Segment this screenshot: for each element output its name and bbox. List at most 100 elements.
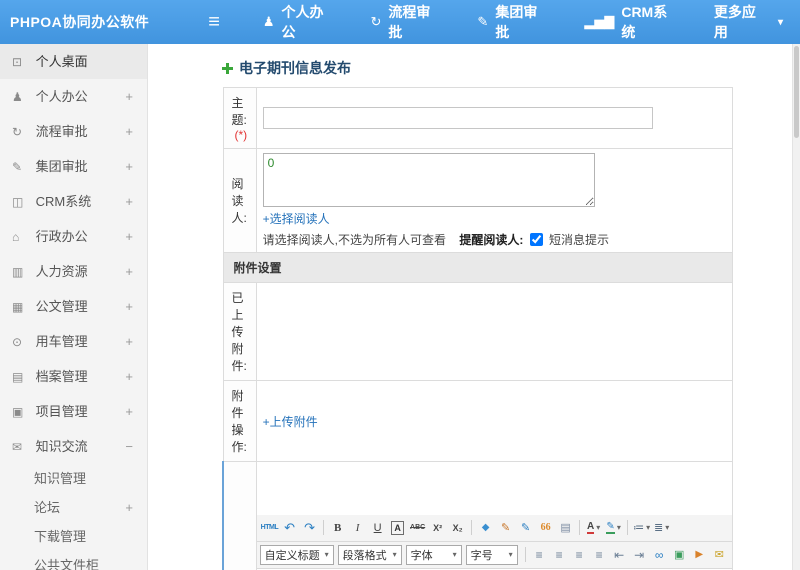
font-icon[interactable]: A bbox=[388, 518, 407, 538]
app-logo: PHPOA协同办公软件 bbox=[10, 14, 150, 30]
chevron-down-icon: ▾ bbox=[665, 523, 670, 532]
sidebar-item-admin-office[interactable]: ⌂ 行政办公 + bbox=[0, 219, 147, 254]
car-icon: ⊙ bbox=[12, 335, 23, 349]
sidebar-item-personal-office[interactable]: ♟ 个人办公 + bbox=[0, 79, 147, 114]
sidebar-item-label: 用车管理 bbox=[35, 334, 88, 349]
expand-icon[interactable]: + bbox=[125, 324, 133, 359]
image-icon[interactable]: ▣ bbox=[670, 545, 689, 565]
link-icon[interactable]: ∞ bbox=[650, 545, 669, 565]
sidebar-item-personal-desktop[interactable]: ⊡ 个人桌面 bbox=[0, 44, 147, 79]
paragraph-format-value: 段落格式 bbox=[342, 549, 387, 562]
scrollbar-thumb[interactable] bbox=[794, 46, 799, 138]
sidebar-item-vehicle-mgmt[interactable]: ⊙ 用车管理 + bbox=[0, 324, 147, 359]
sidebar-item-label: 集团审批 bbox=[35, 159, 88, 174]
align-justify-icon[interactable]: ≡ bbox=[590, 545, 609, 565]
readers-textarea[interactable]: 0 bbox=[262, 153, 595, 207]
font-size-select[interactable]: 字号 ▾ bbox=[465, 544, 518, 565]
subject-field-cell bbox=[255, 87, 733, 149]
expand-icon[interactable]: + bbox=[125, 79, 133, 114]
document-icon: ▦ bbox=[12, 300, 24, 314]
align-right-icon[interactable]: ≡ bbox=[570, 545, 589, 565]
italic-icon[interactable]: I bbox=[348, 518, 367, 538]
pencil-icon[interactable]: ✎ bbox=[516, 518, 535, 538]
sidebar-item-group-approval[interactable]: ✎ 集团审批 + bbox=[0, 149, 147, 184]
ordered-list-icon[interactable]: ≔ ▾ bbox=[632, 518, 651, 538]
expand-icon[interactable]: + bbox=[125, 114, 133, 149]
nav-item-workflow-approval[interactable]: ↻ 流程审批 bbox=[354, 0, 461, 44]
chevron-down-icon: ▾ bbox=[324, 550, 329, 559]
indent-icon[interactable]: ⇥ bbox=[630, 545, 649, 565]
remove-format-icon[interactable]: ◆ bbox=[476, 518, 495, 538]
select-readers-link[interactable]: +选择阅读人 bbox=[263, 212, 330, 226]
sidebar-subitem-public-file-cabinet[interactable]: 公共文件柜 bbox=[0, 551, 147, 570]
undo-icon[interactable]: ↶ bbox=[280, 518, 299, 538]
nav-item-crm[interactable]: ▂▅▇ CRM系统 bbox=[567, 0, 697, 44]
underline-icon[interactable]: U bbox=[368, 518, 387, 538]
source-icon[interactable]: HTML bbox=[260, 518, 279, 538]
font-family-select[interactable]: 字体 ▾ bbox=[405, 544, 462, 565]
media-icon[interactable]: ▶ bbox=[690, 545, 709, 565]
editor-toolbar-row1: HTML ↶ ↷ B I U A ABC X² X₂ ◆ ✎ ✎ 66 ▤ A … bbox=[256, 514, 732, 542]
paragraph-format-select[interactable]: 段落格式 ▾ bbox=[337, 544, 402, 565]
sidebar-subitem-forum[interactable]: 论坛 + bbox=[0, 493, 147, 522]
upload-attachment-link[interactable]: +上传附件 bbox=[263, 415, 318, 429]
subject-input[interactable] bbox=[262, 107, 653, 129]
nav-item-personal-office[interactable]: ♟ 个人办公 bbox=[246, 0, 354, 44]
font-color-icon[interactable]: A ▾ bbox=[584, 518, 603, 538]
readers-label-cell: 阅读人: bbox=[222, 148, 257, 253]
redo-icon[interactable]: ↷ bbox=[300, 518, 319, 538]
unordered-list-icon[interactable]: ≣ ▾ bbox=[652, 518, 671, 538]
sidebar-subitem-label: 下载管理 bbox=[34, 529, 87, 544]
bold-icon[interactable]: B bbox=[328, 518, 347, 538]
expand-icon[interactable]: + bbox=[125, 359, 133, 394]
outdent-icon[interactable]: ⇤ bbox=[610, 545, 629, 565]
sidebar-subitem-knowledge-mgmt[interactable]: 知识管理 bbox=[0, 464, 147, 493]
strikethrough-icon[interactable]: ABC bbox=[408, 518, 427, 538]
highlight-icon[interactable]: ✎ ▾ bbox=[604, 518, 623, 538]
expand-icon[interactable]: + bbox=[125, 289, 133, 324]
hamburger-menu-icon[interactable]: ≡ bbox=[196, 11, 232, 34]
readers-hint: 请选择阅读人,不选为所有人可查看 提醒阅读人: 短消息提示 bbox=[263, 231, 726, 248]
sidebar-item-project-mgmt[interactable]: ▣ 项目管理 + bbox=[0, 394, 147, 429]
sms-remind-checkbox[interactable] bbox=[529, 233, 543, 246]
app-header: PHPOA协同办公软件 ≡ ♟ 个人办公 ↻ 流程审批 ✎ 集团审批 ▂▅▇ C… bbox=[0, 0, 800, 44]
superscript-icon[interactable]: X² bbox=[428, 518, 447, 538]
bar-chart-icon: ◫ bbox=[12, 195, 24, 209]
sidebar-item-document-mgmt[interactable]: ▦ 公文管理 + bbox=[0, 289, 147, 324]
expand-icon[interactable]: + bbox=[125, 493, 133, 522]
expand-icon[interactable]: + bbox=[125, 394, 133, 429]
nav-item-more-apps[interactable]: 更多应用 ▾ bbox=[697, 0, 800, 44]
align-center-icon[interactable]: ≡ bbox=[550, 545, 569, 565]
blockquote-icon[interactable]: 66 bbox=[536, 518, 555, 538]
expand-icon[interactable]: + bbox=[125, 184, 133, 219]
chevron-down-icon: ▾ bbox=[392, 550, 397, 559]
sidebar-item-label: 知识交流 bbox=[35, 439, 88, 454]
expand-icon[interactable]: + bbox=[125, 219, 133, 254]
nav-item-group-approval[interactable]: ✎ 集团审批 bbox=[460, 0, 567, 44]
sidebar-subitem-label: 公共文件柜 bbox=[34, 558, 100, 570]
attachment-icon[interactable]: ✉ bbox=[710, 545, 729, 565]
sidebar-item-hr[interactable]: ▥ 人力资源 + bbox=[0, 254, 147, 289]
expand-icon[interactable]: + bbox=[125, 149, 133, 184]
sidebar-item-archive-mgmt[interactable]: ▤ 档案管理 + bbox=[0, 359, 147, 394]
align-left-icon[interactable]: ≡ bbox=[530, 545, 549, 565]
heading-style-select[interactable]: 自定义标题 ▾ bbox=[259, 544, 334, 565]
vertical-scrollbar[interactable] bbox=[792, 44, 800, 570]
page-title: 电子期刊信息发布 bbox=[222, 58, 725, 78]
sidebar-item-workflow-approval[interactable]: ↻ 流程审批 + bbox=[0, 114, 147, 149]
toolbar-separator bbox=[323, 520, 325, 535]
format-brush-icon[interactable]: ✎ bbox=[496, 518, 515, 538]
collapse-icon[interactable]: − bbox=[125, 429, 133, 464]
toolbar-separator bbox=[471, 520, 473, 535]
sidebar-subitem-download-mgmt[interactable]: 下载管理 bbox=[0, 522, 147, 551]
sidebar-item-crm[interactable]: ◫ CRM系统 + bbox=[0, 184, 147, 219]
page-icon[interactable]: ▤ bbox=[556, 518, 575, 538]
people-icon: ▥ bbox=[12, 265, 24, 279]
top-navigation: ♟ 个人办公 ↻ 流程审批 ✎ 集团审批 ▂▅▇ CRM系统 更多应用 ▾ bbox=[246, 0, 800, 44]
subscript-icon[interactable]: X₂ bbox=[448, 518, 467, 538]
sidebar-item-label: 流程审批 bbox=[35, 124, 88, 139]
sidebar-item-knowledge-exchange[interactable]: ✉ 知识交流 − bbox=[0, 429, 147, 464]
expand-icon[interactable]: + bbox=[125, 254, 133, 289]
sidebar-item-label: 人力资源 bbox=[35, 264, 88, 279]
sms-remind-label: 短消息提示 bbox=[549, 233, 610, 247]
